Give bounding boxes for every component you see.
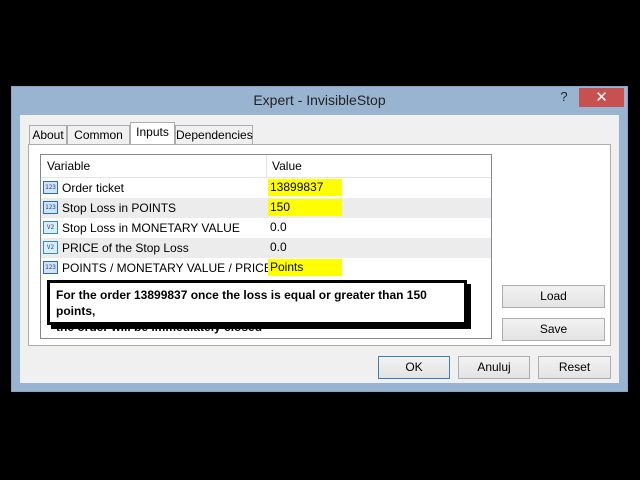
row-variable-name: Stop Loss in POINTS	[62, 201, 177, 215]
table-row[interactable]: 123 Stop Loss in POINTS 150	[41, 198, 491, 218]
tab-dependencies[interactable]: Dependencies	[175, 125, 253, 144]
close-button[interactable]: ✕	[579, 88, 624, 107]
integer-type-icon: 123	[43, 201, 58, 214]
row-value[interactable]: 0.0	[268, 219, 287, 236]
reset-button[interactable]: Reset	[538, 356, 611, 379]
tab-inputs[interactable]: Inputs	[130, 122, 175, 144]
table-row[interactable]: 123 POINTS / MONETARY VALUE / PRICE Poin…	[41, 258, 491, 278]
dialog-client-area: About Common Inputs Dependencies Variabl…	[20, 115, 619, 383]
table-row[interactable]: V2 Stop Loss in MONETARY VALUE 0.0	[41, 218, 491, 238]
save-button[interactable]: Save	[502, 318, 605, 341]
cancel-button[interactable]: Anuluj	[458, 356, 530, 379]
double-type-icon: V2	[43, 221, 58, 234]
row-variable-name: Stop Loss in MONETARY VALUE	[62, 221, 240, 235]
help-button[interactable]: ?	[556, 89, 572, 107]
row-variable-name: POINTS / MONETARY VALUE / PRICE	[62, 261, 272, 275]
note-line-2: the order will be immediately closed	[56, 320, 263, 334]
expert-dialog-window: Expert - InvisibleStop ? ✕ About Common …	[11, 86, 628, 392]
integer-type-icon: 123	[43, 181, 58, 194]
annotation-note: For the order 13899837 once the loss is …	[47, 280, 467, 334]
tab-about[interactable]: About	[29, 125, 67, 144]
inputs-grid: Variable Value 123 Order ticket 13899837…	[40, 154, 492, 339]
integer-type-icon: 123	[43, 261, 58, 274]
row-variable-name: PRICE of the Stop Loss	[62, 241, 189, 255]
ok-button[interactable]: OK	[378, 356, 450, 379]
close-icon: ✕	[595, 89, 608, 106]
tab-common[interactable]: Common	[67, 125, 130, 144]
row-value[interactable]: 13899837	[268, 179, 342, 196]
inputs-tab-panel: Variable Value 123 Order ticket 13899837…	[28, 144, 611, 346]
table-row[interactable]: V2 PRICE of the Stop Loss 0.0	[41, 238, 491, 258]
row-value[interactable]: 0.0	[268, 239, 287, 256]
window-title: Expert - InvisibleStop	[253, 92, 386, 108]
title-bar[interactable]: Expert - InvisibleStop ? ✕	[12, 87, 627, 115]
table-row[interactable]: 123 Order ticket 13899837	[41, 178, 491, 198]
grid-header: Variable Value	[41, 155, 491, 178]
row-value[interactable]: 150	[268, 199, 342, 216]
row-value[interactable]: Points	[268, 259, 342, 276]
note-line-1: For the order 13899837 once the loss is …	[56, 288, 427, 318]
column-header-value[interactable]: Value	[272, 159, 302, 173]
column-separator	[266, 155, 267, 177]
row-variable-name: Order ticket	[62, 181, 125, 195]
double-type-icon: V2	[43, 241, 58, 254]
column-header-variable[interactable]: Variable	[47, 159, 90, 173]
load-button[interactable]: Load	[502, 285, 605, 308]
